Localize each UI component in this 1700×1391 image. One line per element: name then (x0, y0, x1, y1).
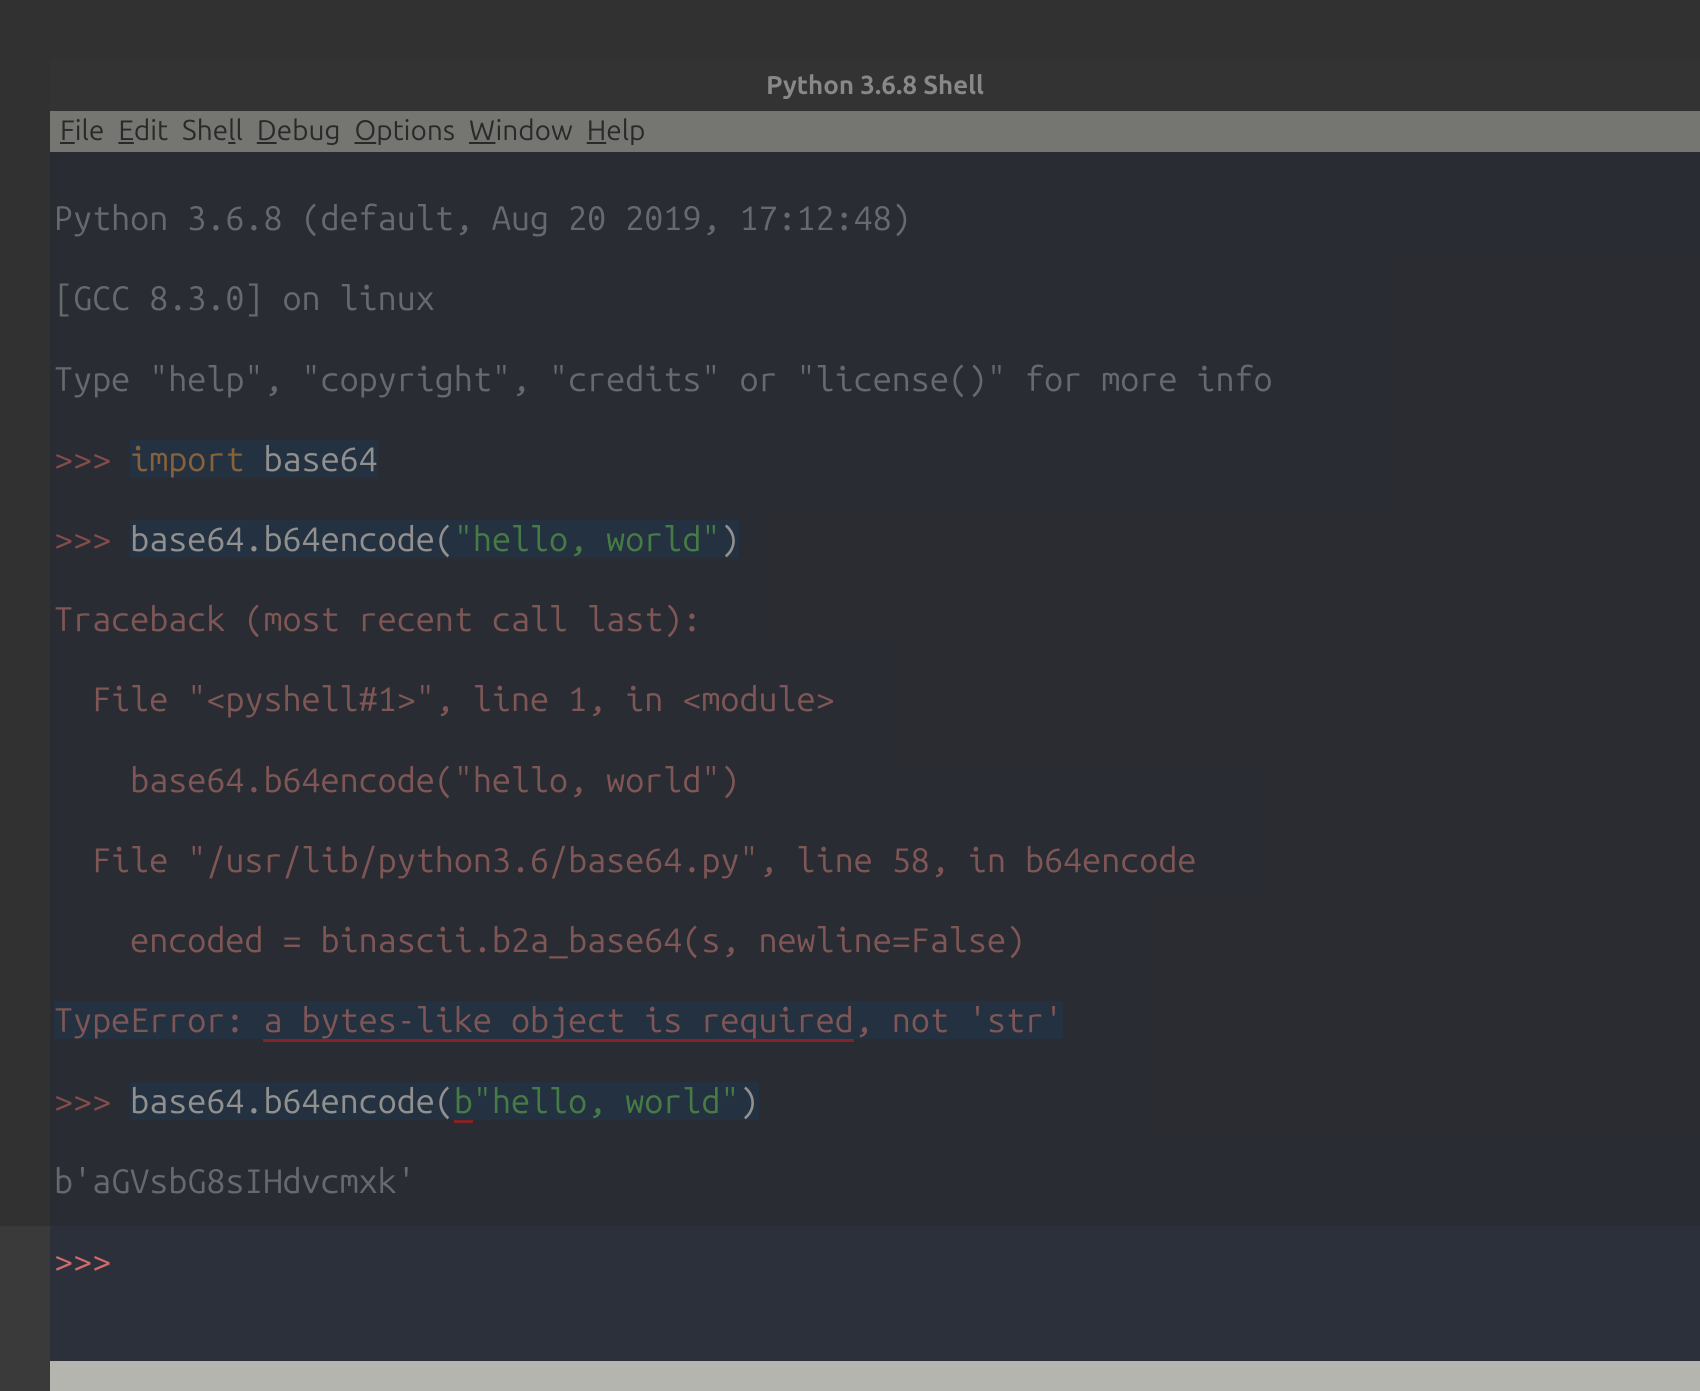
string-literal: "hello, world" (454, 520, 721, 558)
string-literal: "hello, world" (473, 1082, 740, 1120)
banner-line-2: [GCC 8.3.0] on linux (54, 278, 1696, 318)
menu-shell[interactable]: Shell (182, 115, 243, 146)
input-line-1: >>> import base64 (54, 439, 1696, 479)
traceback-line-1: Traceback (most recent call last): (54, 599, 1696, 639)
menu-file-rest: ile (75, 115, 105, 146)
menu-help[interactable]: Help (587, 115, 646, 146)
error-type: TypeError: (54, 1001, 263, 1039)
menu-bar: File Edit Shell Debug Options Window Hel… (50, 111, 1700, 152)
paren-close: ) (720, 520, 739, 558)
paren-close: ) (739, 1082, 758, 1120)
bytes-prefix: b (454, 1082, 473, 1123)
call-expr: base64.b64encode( (130, 520, 454, 558)
prompt: >>> (54, 440, 130, 478)
menu-options[interactable]: Options (355, 115, 455, 146)
traceback-line-5: encoded = binascii.b2a_base64(s, newline… (54, 920, 1696, 960)
keyword-import: import (130, 440, 244, 478)
menu-edit[interactable]: Edit (118, 115, 168, 146)
result-line: b'aGVsbG8sIHdvcmxk' (54, 1161, 1696, 1201)
status-bar (50, 1361, 1700, 1391)
menu-window[interactable]: Window (469, 115, 573, 146)
window-titlebar: Python 3.6.8 Shell (50, 60, 1700, 111)
menu-debug[interactable]: Debug (257, 115, 341, 146)
prompt-empty[interactable]: >>> (54, 1241, 1696, 1281)
module-name: base64 (263, 440, 377, 478)
prompt: >>> (54, 520, 130, 558)
call-expr: base64.b64encode( (130, 1082, 454, 1120)
idle-window: Python 3.6.8 Shell File Edit Shell Debug… (50, 60, 1700, 1391)
menu-edit-rest: dit (134, 115, 168, 146)
traceback-line-3: base64.b64encode("hello, world") (54, 760, 1696, 800)
traceback-line-4: File "/usr/lib/python3.6/base64.py", lin… (54, 840, 1696, 880)
error-message-highlight: a bytes-like object is required (263, 1001, 853, 1042)
input-line-3: >>> base64.b64encode(b"hello, world") (54, 1081, 1696, 1121)
menu-window-rest: indow (495, 115, 572, 146)
error-line: TypeError: a bytes-like object is requir… (54, 1000, 1696, 1040)
window-title: Python 3.6.8 Shell (766, 70, 984, 99)
menu-options-rest: ptions (376, 115, 455, 146)
input-line-2: >>> base64.b64encode("hello, world") (54, 519, 1696, 559)
shell-output[interactable]: Python 3.6.8 (default, Aug 20 2019, 17:1… (50, 152, 1700, 1361)
prompt: >>> (54, 1082, 130, 1120)
menu-file[interactable]: File (60, 115, 104, 146)
banner-line-1: Python 3.6.8 (default, Aug 20 2019, 17:1… (54, 198, 1696, 238)
menu-help-rest: elp (606, 115, 645, 146)
error-message-rest: , not 'str' (854, 1001, 1063, 1039)
menu-debug-rest: ebug (277, 115, 341, 146)
banner-line-3: Type "help", "copyright", "credits" or "… (54, 359, 1696, 399)
traceback-line-2: File "<pyshell#1>", line 1, in <module> (54, 679, 1696, 719)
